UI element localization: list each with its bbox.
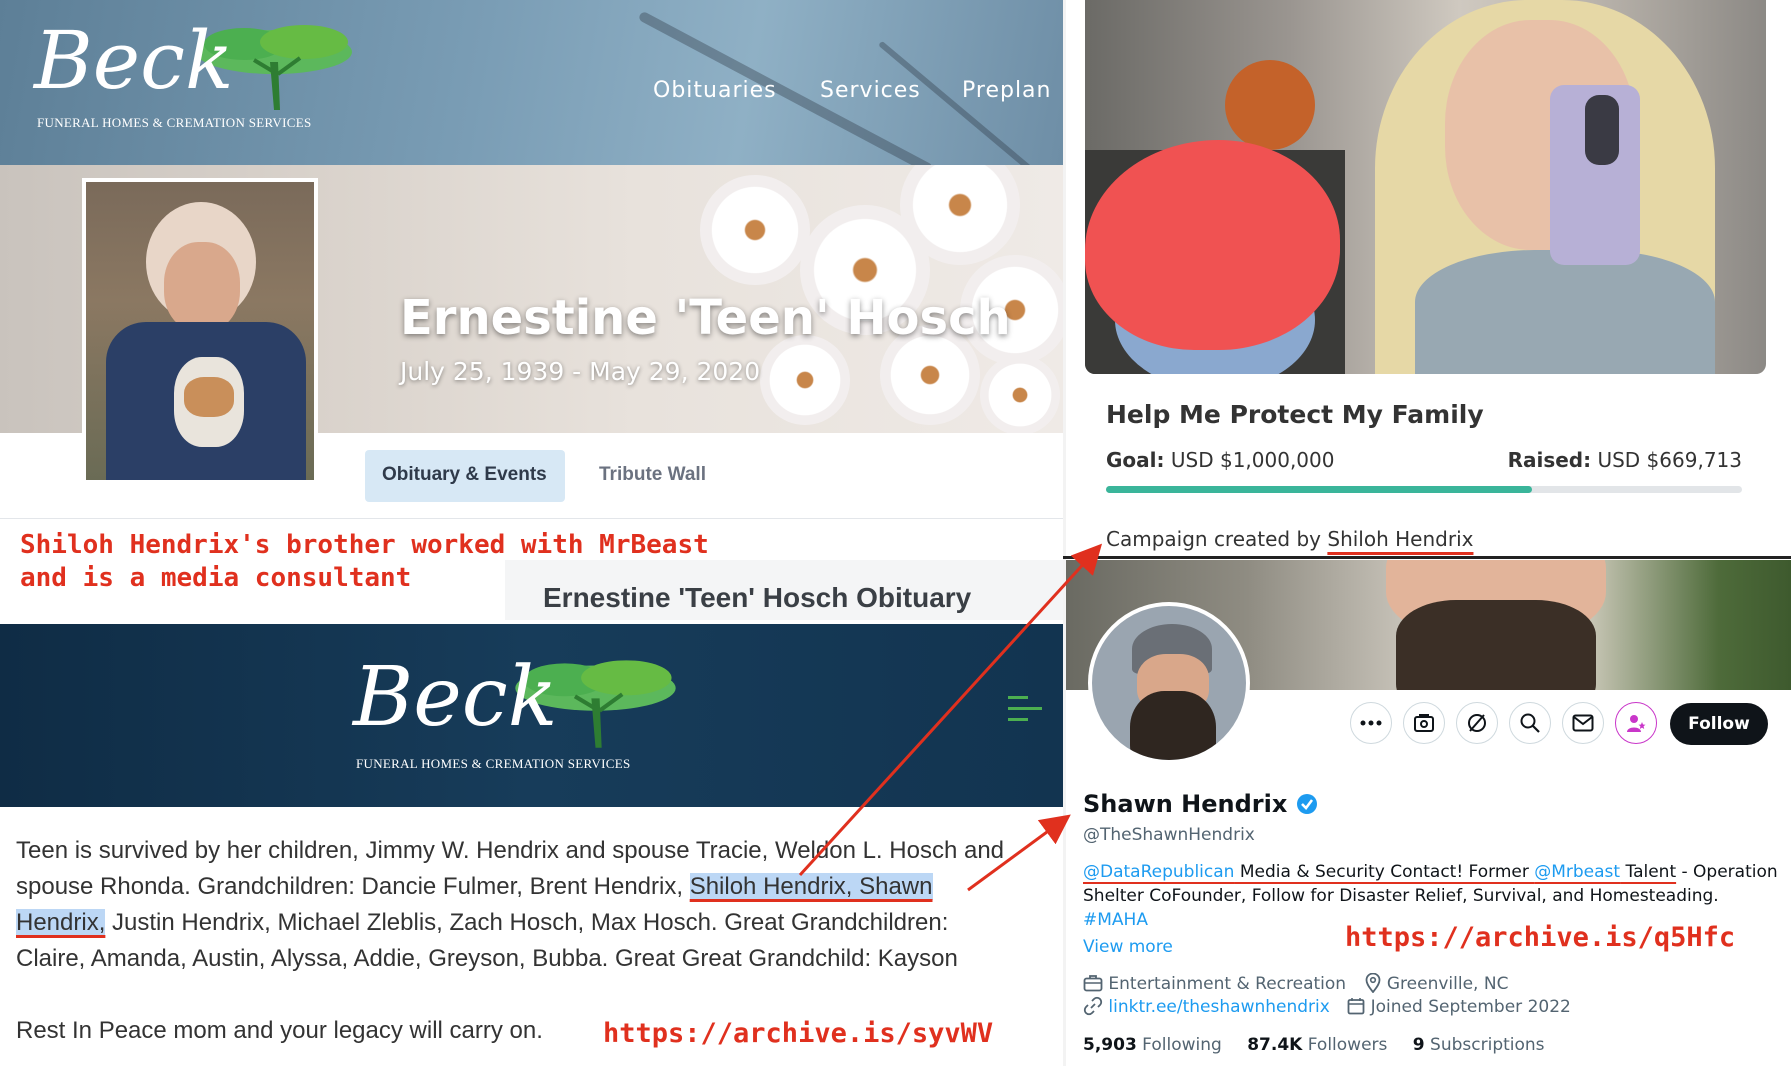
annotation-arrows bbox=[798, 543, 1103, 892]
arrow-to-profile bbox=[967, 814, 1071, 892]
